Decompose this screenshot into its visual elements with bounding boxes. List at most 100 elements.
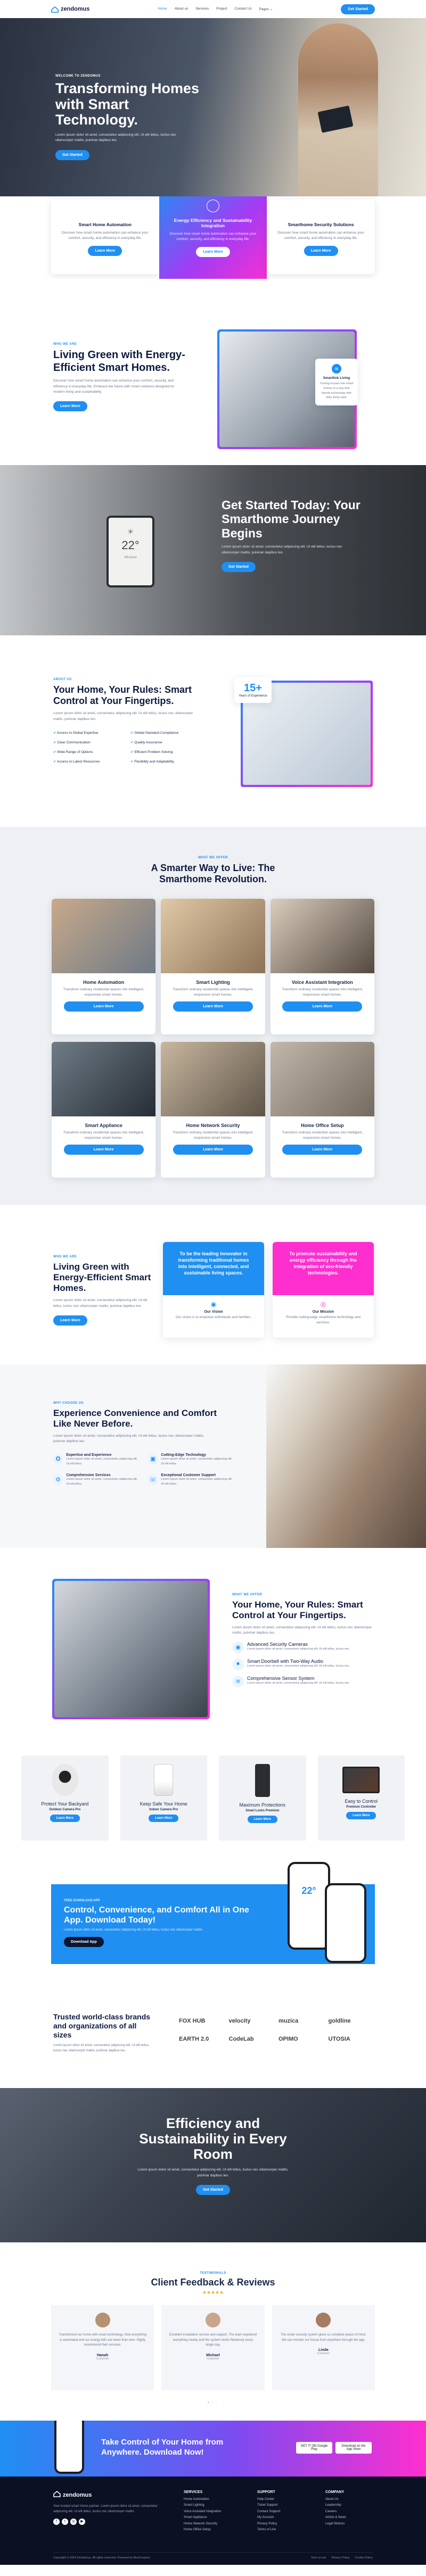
service-title: Smart Appliance bbox=[85, 1123, 122, 1128]
service-photo bbox=[270, 1042, 374, 1116]
feature-learn-more-button[interactable]: Learn More bbox=[88, 245, 122, 256]
brand-logo-item: UTOSIA bbox=[328, 2036, 350, 2042]
service-learn-more-button[interactable]: Learn More bbox=[173, 1001, 253, 1012]
vision-learn-more-button[interactable]: Learn More bbox=[53, 1315, 87, 1326]
footer-legal-link[interactable]: Term of use bbox=[311, 2556, 326, 2560]
testimonial-role: Customer bbox=[317, 2352, 330, 2356]
green-kicker: WHO WE ARE bbox=[53, 343, 77, 346]
vision-title: Living Green with Energy-Efficient Smart… bbox=[53, 1262, 151, 1294]
download-app-button[interactable]: Download App bbox=[64, 1937, 104, 1948]
product-learn-more-button[interactable]: Learn More bbox=[149, 1815, 179, 1822]
service-learn-more-button[interactable]: Learn More bbox=[63, 1144, 144, 1155]
brand-logo-item: OPIMO bbox=[278, 2036, 298, 2042]
brand-logo[interactable]: zendomus bbox=[51, 6, 90, 13]
nav-home[interactable]: Home bbox=[158, 7, 167, 11]
facebook-icon[interactable]: f bbox=[53, 2519, 60, 2525]
banner-get-started-button[interactable]: Get Started bbox=[196, 2185, 230, 2196]
footer-legal-link[interactable]: Privacy Policy bbox=[331, 2556, 349, 2560]
product-learn-more-button[interactable]: Learn More bbox=[50, 1815, 80, 1822]
footer-brand: zendomus bbox=[53, 2490, 160, 2500]
footer-link[interactable]: Smart Appliance bbox=[184, 2515, 232, 2521]
service-learn-more-button[interactable]: Learn More bbox=[282, 1144, 363, 1155]
footer-link[interactable]: Smart Lighting bbox=[184, 2503, 232, 2508]
footer-link[interactable]: Help Center bbox=[257, 2497, 300, 2503]
hero-body: Lorem ipsum dolor sit amet, consectetur … bbox=[55, 133, 176, 143]
footer-column: COMPANY About Us Leadership Careers Arti… bbox=[325, 2490, 368, 2533]
app-store-badge[interactable]: Download on the App Store bbox=[335, 2442, 372, 2454]
service-body: Transform ordinary residential spaces in… bbox=[63, 988, 144, 997]
feature-learn-more-button[interactable]: Learn More bbox=[304, 245, 338, 256]
testimonial-role: Customer bbox=[207, 2357, 219, 2360]
twitter-icon[interactable]: t bbox=[62, 2519, 68, 2525]
nav-project[interactable]: Project bbox=[216, 7, 227, 11]
footer-link[interactable]: Home Automation bbox=[184, 2497, 232, 2503]
phone-mockup-2 bbox=[325, 1883, 366, 1963]
hero-section: WELCOME TO ZENDOMUS Transforming Homes w… bbox=[0, 18, 426, 196]
brand-name: zendomus bbox=[61, 6, 90, 12]
headset-icon: ☏ bbox=[148, 1473, 158, 1486]
footer-link[interactable]: Home Office Setup bbox=[184, 2527, 232, 2533]
service-photo bbox=[52, 1042, 156, 1116]
footer-link[interactable]: Privacy Policy bbox=[257, 2521, 300, 2527]
green-learn-more-button[interactable]: Learn More bbox=[53, 401, 87, 412]
nav-about[interactable]: About us bbox=[175, 7, 189, 11]
footer-link[interactable]: Article & News bbox=[325, 2515, 368, 2521]
bubble-body: Turning houses into smart homes in a way… bbox=[320, 382, 354, 400]
footer-link[interactable]: Careers bbox=[325, 2509, 368, 2515]
service-photo bbox=[161, 1042, 265, 1116]
carousel-dots[interactable]: ●○○ bbox=[0, 2401, 426, 2405]
check-item: ✔ Access to Global Expertise bbox=[53, 731, 99, 735]
service-learn-more-button[interactable]: Learn More bbox=[173, 1144, 253, 1155]
footer-link[interactable]: Ticket Support bbox=[257, 2503, 300, 2508]
footer-divider bbox=[53, 2552, 373, 2553]
tools-icon: ⚙ bbox=[53, 1473, 63, 1486]
service-learn-more-button[interactable]: Learn More bbox=[63, 1001, 144, 1012]
check-item: ✔ Quality Assurance bbox=[130, 741, 162, 745]
footer-legal-link[interactable]: Cookie Policy bbox=[355, 2556, 373, 2560]
main-nav: Home About us Services Project Contact U… bbox=[158, 7, 273, 11]
feature-cards-section: Smart Home Automation Discover how smart… bbox=[0, 196, 426, 279]
rating-stars-icon: ★★★★★ bbox=[202, 2290, 224, 2295]
hero-get-started-button[interactable]: Get Started bbox=[55, 150, 89, 160]
service-learn-more-button[interactable]: Learn More bbox=[282, 1001, 363, 1012]
services-grid: Home Automation Transform ordinary resid… bbox=[52, 899, 374, 1178]
started-title: Get Started Today: Your Smarthome Journe… bbox=[222, 498, 361, 540]
footer-link[interactable]: My Account bbox=[257, 2515, 300, 2521]
footer-link[interactable]: Legal Notices bbox=[325, 2521, 368, 2527]
nav-pages[interactable]: Pages ⌄ bbox=[259, 7, 273, 11]
brand-logo-item: CodeLab bbox=[228, 2036, 254, 2042]
feature-card-automation: Smart Home Automation Discover how smart… bbox=[51, 200, 159, 274]
vision-label: Our Vision bbox=[204, 1310, 223, 1314]
product-card: Keep Safe Your Home Indoor Camera Pro Le… bbox=[120, 1755, 207, 1841]
rules2-list: ◉ Advanced Security Cameras Lorem ipsum d… bbox=[232, 1641, 376, 1687]
instagram-icon[interactable]: ◎ bbox=[70, 2519, 77, 2525]
product-title: Protect Your Backyard bbox=[41, 1801, 89, 1807]
nav-contact[interactable]: Contact Us bbox=[235, 7, 252, 11]
comfort-section: WHY CHOOSE US Experience Convenience and… bbox=[0, 1364, 426, 1548]
footer-link[interactable]: Voice Assistant Integration bbox=[184, 2509, 232, 2515]
footer-link[interactable]: Leadership bbox=[325, 2503, 368, 2508]
feature-body: Discover how smart home automation can e… bbox=[169, 232, 257, 242]
sun-icon: ☀ bbox=[127, 527, 134, 536]
feature-title: Smarthome Security Solutions bbox=[288, 222, 354, 227]
nav-services[interactable]: Services bbox=[195, 7, 209, 11]
product-learn-more-button[interactable]: Learn More bbox=[247, 1816, 277, 1823]
feature-body: Discover how smart home automation can e… bbox=[62, 231, 149, 241]
footer-link[interactable]: About Us bbox=[325, 2497, 368, 2503]
footer-link[interactable]: Home Network Security bbox=[184, 2521, 232, 2527]
feature-learn-more-button[interactable]: Learn More bbox=[196, 246, 230, 257]
google-play-badge[interactable]: GET IT ON Google Play bbox=[296, 2442, 332, 2454]
feature-card-security: Smarthome Security Solutions Discover ho… bbox=[267, 200, 375, 274]
tablet-photo bbox=[54, 1581, 208, 1717]
footer-link[interactable]: Contact Support bbox=[257, 2509, 300, 2515]
footer-link[interactable]: Terms of Use bbox=[257, 2527, 300, 2533]
started-get-started-button[interactable]: Get Started bbox=[222, 562, 256, 573]
vision-section-body: Lorem ipsum dolor sit amet, consectetur … bbox=[53, 1298, 148, 1308]
feature-card-energy: Energy Efficiency and Sustainability Int… bbox=[159, 196, 267, 279]
youtube-icon[interactable]: ▶ bbox=[79, 2519, 85, 2525]
smartlink-bubble: ≋ Smartlink Living Turning houses into s… bbox=[315, 359, 358, 406]
service-card: Voice Assistant Integration Transform or… bbox=[270, 899, 374, 1034]
doorbell-icon: ⏺ bbox=[232, 1658, 244, 1670]
product-learn-more-button[interactable]: Learn More bbox=[346, 1812, 376, 1819]
nav-get-started-button[interactable]: Get Started bbox=[341, 4, 375, 14]
